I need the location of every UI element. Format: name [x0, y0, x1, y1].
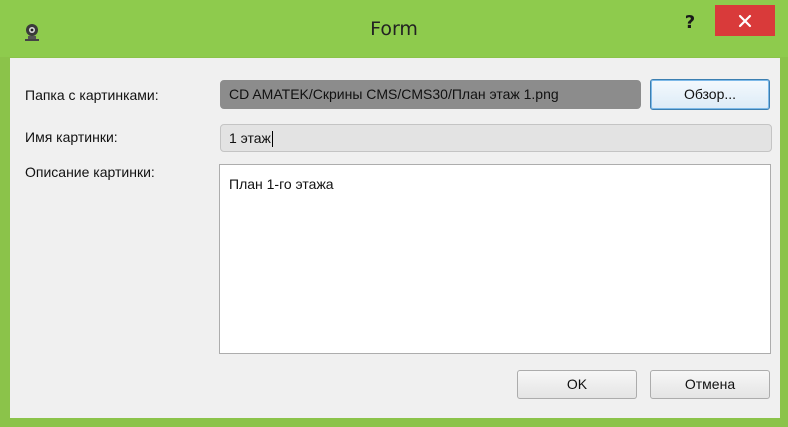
- folder-path-field[interactable]: CD AMATEK/Скрины CMS/CMS30/План этаж 1.p…: [220, 80, 641, 109]
- dialog-body: Папка с картинками: CD AMATEK/Скрины CMS…: [10, 58, 780, 418]
- name-value: 1 этаж: [229, 130, 271, 146]
- name-label: Имя картинки:: [25, 129, 118, 145]
- title-bar[interactable]: Form ?: [0, 0, 788, 57]
- cancel-button[interactable]: Отмена: [650, 370, 770, 399]
- close-button[interactable]: [715, 5, 775, 36]
- description-textarea[interactable]: План 1-го этажа: [219, 164, 771, 354]
- help-button[interactable]: ?: [670, 6, 710, 40]
- description-label: Описание картинки:: [25, 164, 155, 180]
- form-dialog: Form ? Папка с картинками: CD AMATEK/Скр…: [0, 0, 788, 427]
- browse-button[interactable]: Обзор...: [650, 79, 770, 110]
- text-caret: [271, 131, 273, 148]
- ok-button[interactable]: OK: [517, 370, 637, 399]
- name-input[interactable]: 1 этаж: [220, 124, 772, 152]
- close-icon: [738, 14, 752, 28]
- folder-label: Папка с картинками:: [25, 87, 159, 103]
